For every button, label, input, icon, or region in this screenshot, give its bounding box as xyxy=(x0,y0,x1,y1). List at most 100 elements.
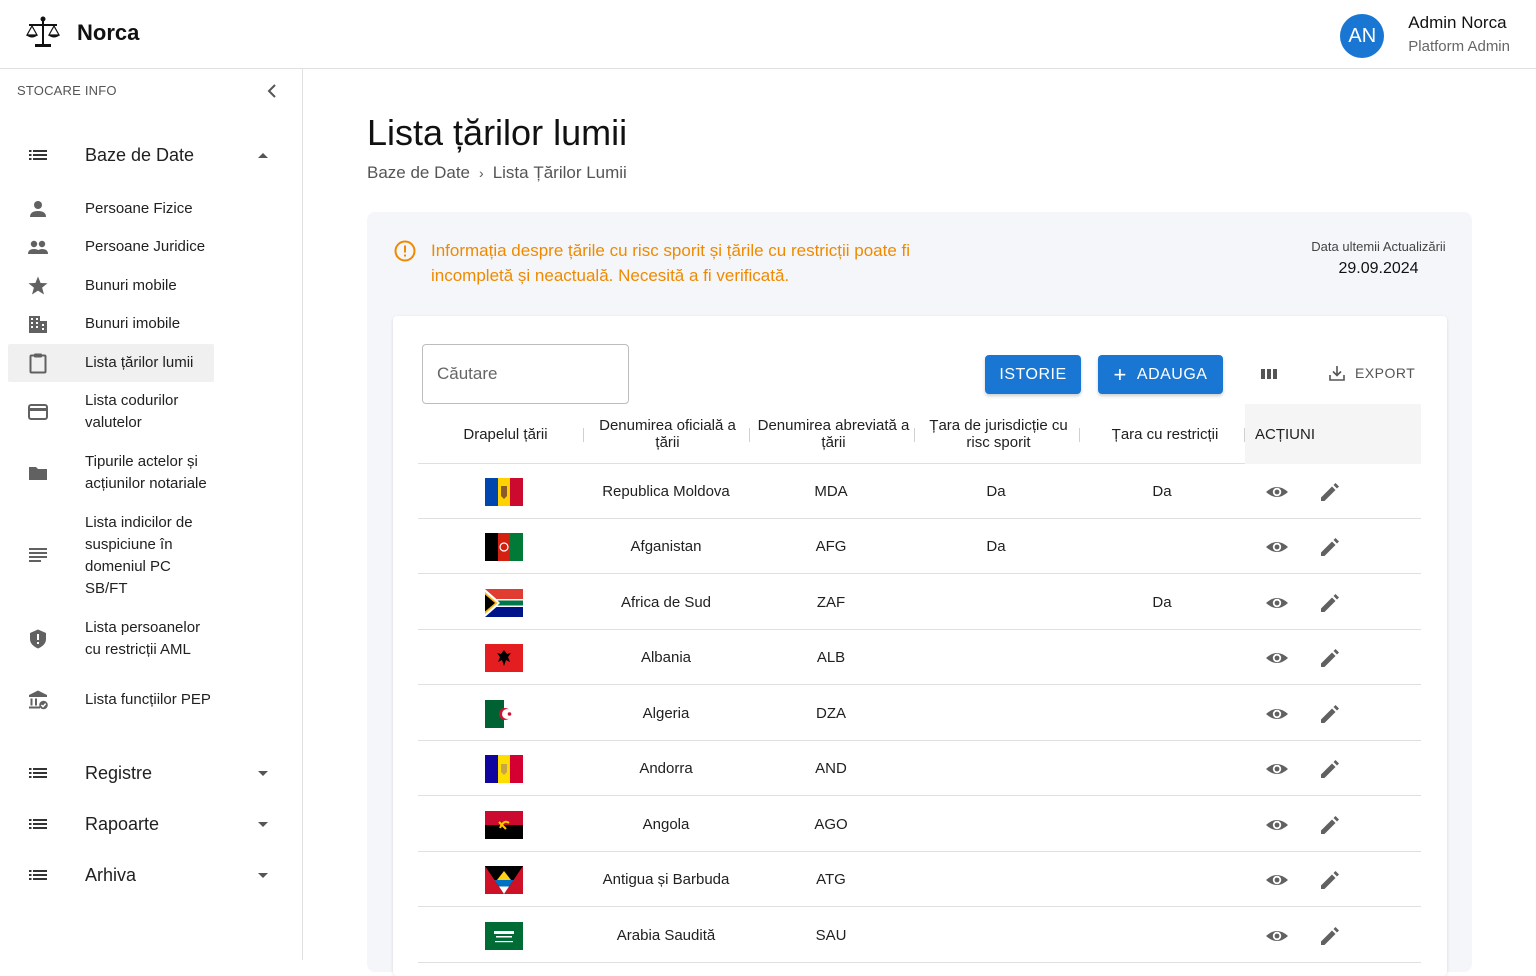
sidebar-item-tipurile-actelor[interactable]: Tipurile actelor și acțiunilor notariale xyxy=(8,451,214,495)
edit-pencil-icon[interactable] xyxy=(1318,924,1342,948)
avatar[interactable]: AN xyxy=(1340,14,1385,58)
table-row[interactable]: Andorra AND xyxy=(418,741,1421,796)
edit-pencil-icon[interactable] xyxy=(1318,646,1342,670)
table-row[interactable]: Algeria DZA xyxy=(418,686,1421,741)
list-icon xyxy=(29,150,47,160)
south-africa-flag-icon xyxy=(485,588,523,617)
user-menu[interactable]: AN Admin Norca Platform Admin xyxy=(1340,12,1510,60)
breadcrumb-link-baze[interactable]: Baze de Date xyxy=(367,163,470,183)
star-icon xyxy=(28,276,48,295)
view-eye-icon[interactable] xyxy=(1265,868,1289,892)
restricted-value xyxy=(1086,797,1238,852)
table-row[interactable]: Angola AGO xyxy=(418,797,1421,852)
sidebar-item-bunuri-mobile[interactable]: Bunuri mobile xyxy=(8,275,214,297)
restricted-value: Da xyxy=(1152,594,1172,611)
table-row[interactable]: Albania ALB xyxy=(418,630,1421,685)
export-button[interactable]: EXPORT xyxy=(1328,364,1415,382)
column-header-restricted[interactable]: Țara cu restricții xyxy=(1086,404,1244,464)
sidebar-item-persoane-juridice[interactable]: Persoane Juridice xyxy=(8,236,214,258)
country-name: Antigua și Barbuda xyxy=(602,871,730,888)
adauga-button[interactable]: + ADAUGA xyxy=(1098,355,1223,394)
view-eye-icon[interactable] xyxy=(1265,813,1289,837)
restricted-value: Da xyxy=(1152,483,1172,500)
nav-group-baze-de-date[interactable]: Baze de Date xyxy=(0,135,303,175)
country-name: Andorra xyxy=(639,760,693,777)
sidebar-item-label: Lista codurilor valutelor xyxy=(85,392,179,431)
sidebar-item-persoane-fizice[interactable]: Persoane Fizice xyxy=(8,198,214,220)
restricted-value xyxy=(1086,630,1238,685)
edit-pencil-icon[interactable] xyxy=(1318,757,1342,781)
last-update-label: Data ultemii Actualizării xyxy=(1311,239,1446,254)
albania-flag-icon xyxy=(485,643,523,672)
table-header: Drapelul țării Denumirea oficială a țări… xyxy=(418,404,1421,464)
view-eye-icon[interactable] xyxy=(1265,591,1289,615)
chevron-left-icon[interactable] xyxy=(262,81,282,101)
country-code: ALB xyxy=(816,649,846,666)
sidebar-item-restrictii-aml[interactable]: Lista persoanelor cu restricții AML xyxy=(8,617,214,661)
edit-pencil-icon[interactable] xyxy=(1318,813,1342,837)
brand[interactable]: Norca xyxy=(24,14,139,52)
high-risk-value xyxy=(921,630,1071,685)
breadcrumb-current: Lista Țărilor Lumii xyxy=(492,163,627,182)
sidebar-item-bunuri-imobile[interactable]: Bunuri imobile xyxy=(8,313,214,335)
sidebar-item-lista-tarilor[interactable]: Lista țărilor lumii xyxy=(8,344,214,382)
nav-group-registre[interactable]: Registre xyxy=(0,753,303,793)
table-row[interactable]: Afganistan AFG Da xyxy=(418,519,1421,574)
country-name: Albania xyxy=(640,649,692,666)
sidebar-item-label: Lista persoanelor cu restricții AML xyxy=(85,619,201,658)
view-eye-icon[interactable] xyxy=(1265,702,1289,726)
edit-pencil-icon[interactable] xyxy=(1318,535,1342,559)
table-row[interactable]: Africa de Sud ZAF Da xyxy=(418,575,1421,630)
view-eye-icon[interactable] xyxy=(1265,924,1289,948)
user-name: Admin Norca xyxy=(1408,13,1507,32)
column-header-actions: ACȚIUNI xyxy=(1245,404,1421,464)
list-icon xyxy=(29,768,47,778)
view-eye-icon[interactable] xyxy=(1265,646,1289,670)
column-header-flag[interactable]: Drapelul țării xyxy=(428,404,583,464)
country-code: SAU xyxy=(815,927,847,944)
plus-icon: + xyxy=(1113,361,1127,387)
istorie-button[interactable]: ISTORIE xyxy=(985,355,1081,394)
last-update-date: 29.09.2024 xyxy=(1338,260,1419,277)
column-header-official-name[interactable]: Denumirea oficială a țării xyxy=(590,404,745,464)
column-separator xyxy=(914,428,915,442)
table-row[interactable]: Republica Moldova MDA Da Da xyxy=(418,464,1421,519)
caret-up-icon xyxy=(258,153,268,158)
breadcrumb-separator: › xyxy=(479,165,484,181)
moldova-flag-icon xyxy=(485,477,523,506)
restricted-value xyxy=(1086,908,1238,963)
high-risk-value xyxy=(921,686,1071,741)
column-header-abbreviation[interactable]: Denumirea abreviată a țării xyxy=(756,404,911,464)
adauga-label: ADAUGA xyxy=(1136,365,1208,383)
table-row[interactable]: Arabia Saudită SAU xyxy=(418,908,1421,963)
sidebar-item-functii-pep[interactable]: Lista funcțiilor PEP xyxy=(8,678,214,722)
person-icon xyxy=(30,201,46,217)
sidebar-item-indicii-suspiciune[interactable]: Lista indicilor de suspiciune în domeniu… xyxy=(8,512,214,600)
country-name: Algeria xyxy=(642,705,690,722)
view-eye-icon[interactable] xyxy=(1265,480,1289,504)
edit-pencil-icon[interactable] xyxy=(1318,480,1342,504)
sidebar: STOCARE INFO Baze de Date Persoane Fizic… xyxy=(0,69,303,960)
edit-pencil-icon[interactable] xyxy=(1318,591,1342,615)
sidebar-item-lista-valutelor[interactable]: Lista codurilor valutelor xyxy=(8,390,214,434)
top-bar: Norca AN Admin Norca Platform Admin xyxy=(0,0,1536,69)
shield-icon xyxy=(30,629,46,649)
view-eye-icon[interactable] xyxy=(1265,535,1289,559)
saudi-arabia-flag-icon xyxy=(485,921,523,950)
list-icon xyxy=(29,870,47,880)
nav-group-label: Rapoarte xyxy=(85,813,160,834)
column-separator xyxy=(583,428,584,442)
nav-group-rapoarte[interactable]: Rapoarte xyxy=(0,804,303,844)
search-input[interactable] xyxy=(422,344,629,404)
algeria-flag-icon xyxy=(485,699,523,728)
columns-icon[interactable] xyxy=(1259,366,1279,382)
edit-pencil-icon[interactable] xyxy=(1318,702,1342,726)
high-risk-value xyxy=(921,575,1071,630)
warning-message: Informația despre țările cu risc sporit … xyxy=(431,241,911,285)
nav-group-arhiva[interactable]: Arhiva xyxy=(0,855,303,895)
table-row[interactable]: Antigua și Barbuda ATG xyxy=(418,852,1421,907)
afghanistan-flag-icon xyxy=(485,532,523,561)
edit-pencil-icon[interactable] xyxy=(1318,868,1342,892)
view-eye-icon[interactable] xyxy=(1265,757,1289,781)
column-header-high-risk[interactable]: Țara de jurisdicție cu risc sporit xyxy=(921,404,1076,464)
